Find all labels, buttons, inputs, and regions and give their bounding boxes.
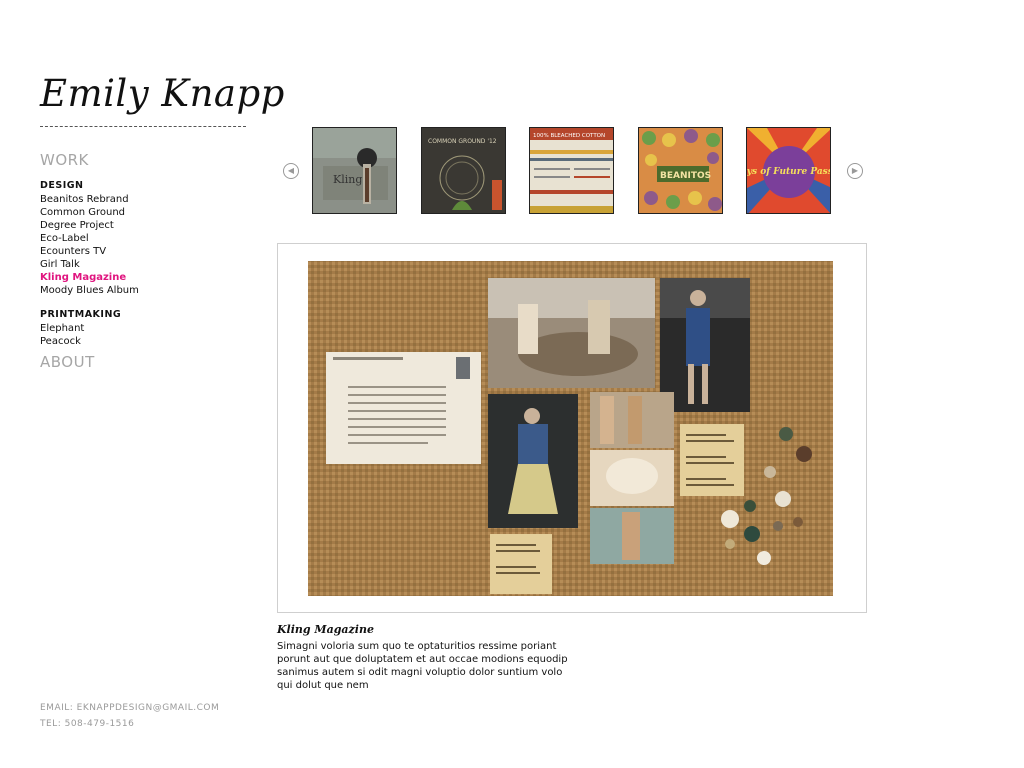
design-project-list: Beanitos Rebrand Common Ground Degree Pr… bbox=[40, 193, 139, 297]
nav-item-common-ground[interactable]: Common Ground bbox=[40, 206, 139, 219]
beanitos-thumbnail-text: BEANITOS bbox=[660, 171, 711, 181]
thumbnail-moody-blues[interactable]: Days of Future Passed bbox=[746, 127, 831, 214]
nav-item-elephant[interactable]: Elephant bbox=[40, 322, 84, 335]
nav-work[interactable]: WORK bbox=[40, 151, 89, 169]
carousel-next-button[interactable]: ▶ bbox=[847, 163, 863, 179]
nav-item-girl-talk[interactable]: Girl Talk bbox=[40, 258, 139, 271]
nav-item-degree-project[interactable]: Degree Project bbox=[40, 219, 139, 232]
printmaking-project-list: Elephant Peacock bbox=[40, 322, 84, 348]
feature-caption-title: Kling Magazine bbox=[277, 623, 374, 636]
thumbnail-kling[interactable]: Kling bbox=[312, 127, 397, 214]
nav-item-ecounters-tv[interactable]: Ecounters TV bbox=[40, 245, 139, 258]
chevron-right-icon: ▶ bbox=[851, 166, 859, 175]
thumbnail-common-ground[interactable]: COMMON GROUND '12 bbox=[421, 127, 506, 214]
nav-category-printmaking: PRINTMAKING bbox=[40, 309, 122, 320]
nav-item-beanitos-rebrand[interactable]: Beanitos Rebrand bbox=[40, 193, 139, 206]
site-logo[interactable]: Emily Knapp bbox=[40, 72, 284, 115]
chevron-left-icon: ◀ bbox=[287, 166, 295, 175]
nav-item-peacock[interactable]: Peacock bbox=[40, 335, 84, 348]
common-ground-thumbnail-image: COMMON GROUND '12 bbox=[422, 128, 505, 213]
contact-email[interactable]: EMAIL: EKNAPPDESIGN@GMAIL.COM bbox=[40, 703, 219, 713]
nav-item-moody-blues-album[interactable]: Moody Blues Album bbox=[40, 284, 139, 297]
beanitos-thumbnail-image: BEANITOS bbox=[639, 128, 722, 213]
kling-thumbnail-text: Kling bbox=[333, 173, 362, 186]
nav-category-design: DESIGN bbox=[40, 180, 84, 191]
feature-image-frame bbox=[277, 243, 867, 613]
kling-magazine-moodboard-image bbox=[308, 261, 833, 596]
carousel-prev-button[interactable]: ◀ bbox=[283, 163, 299, 179]
thumbnail-beanitos[interactable]: BEANITOS bbox=[638, 127, 723, 214]
kling-thumbnail-image: Kling bbox=[313, 128, 396, 213]
degree-project-thumbnail-image: 100% BLEACHED COTTON bbox=[530, 128, 613, 213]
nav-item-eco-label[interactable]: Eco-Label bbox=[40, 232, 139, 245]
moody-blues-thumbnail-text: Days of Future Passed bbox=[747, 167, 831, 177]
contact-phone: TEL: 508-479-1516 bbox=[40, 719, 135, 729]
thumbnail-degree-project[interactable]: 100% BLEACHED COTTON bbox=[529, 127, 614, 214]
degree-project-thumbnail-text: 100% BLEACHED COTTON bbox=[533, 133, 605, 139]
common-ground-thumbnail-text: COMMON GROUND '12 bbox=[428, 138, 497, 145]
nav-about[interactable]: ABOUT bbox=[40, 353, 95, 371]
logo-divider bbox=[40, 126, 246, 127]
nav-item-kling-magazine[interactable]: Kling Magazine bbox=[40, 271, 139, 284]
feature-caption-body: Simagni voloria sum quo te optaturitios … bbox=[277, 641, 568, 691]
moody-blues-thumbnail-image: Days of Future Passed bbox=[747, 128, 831, 213]
